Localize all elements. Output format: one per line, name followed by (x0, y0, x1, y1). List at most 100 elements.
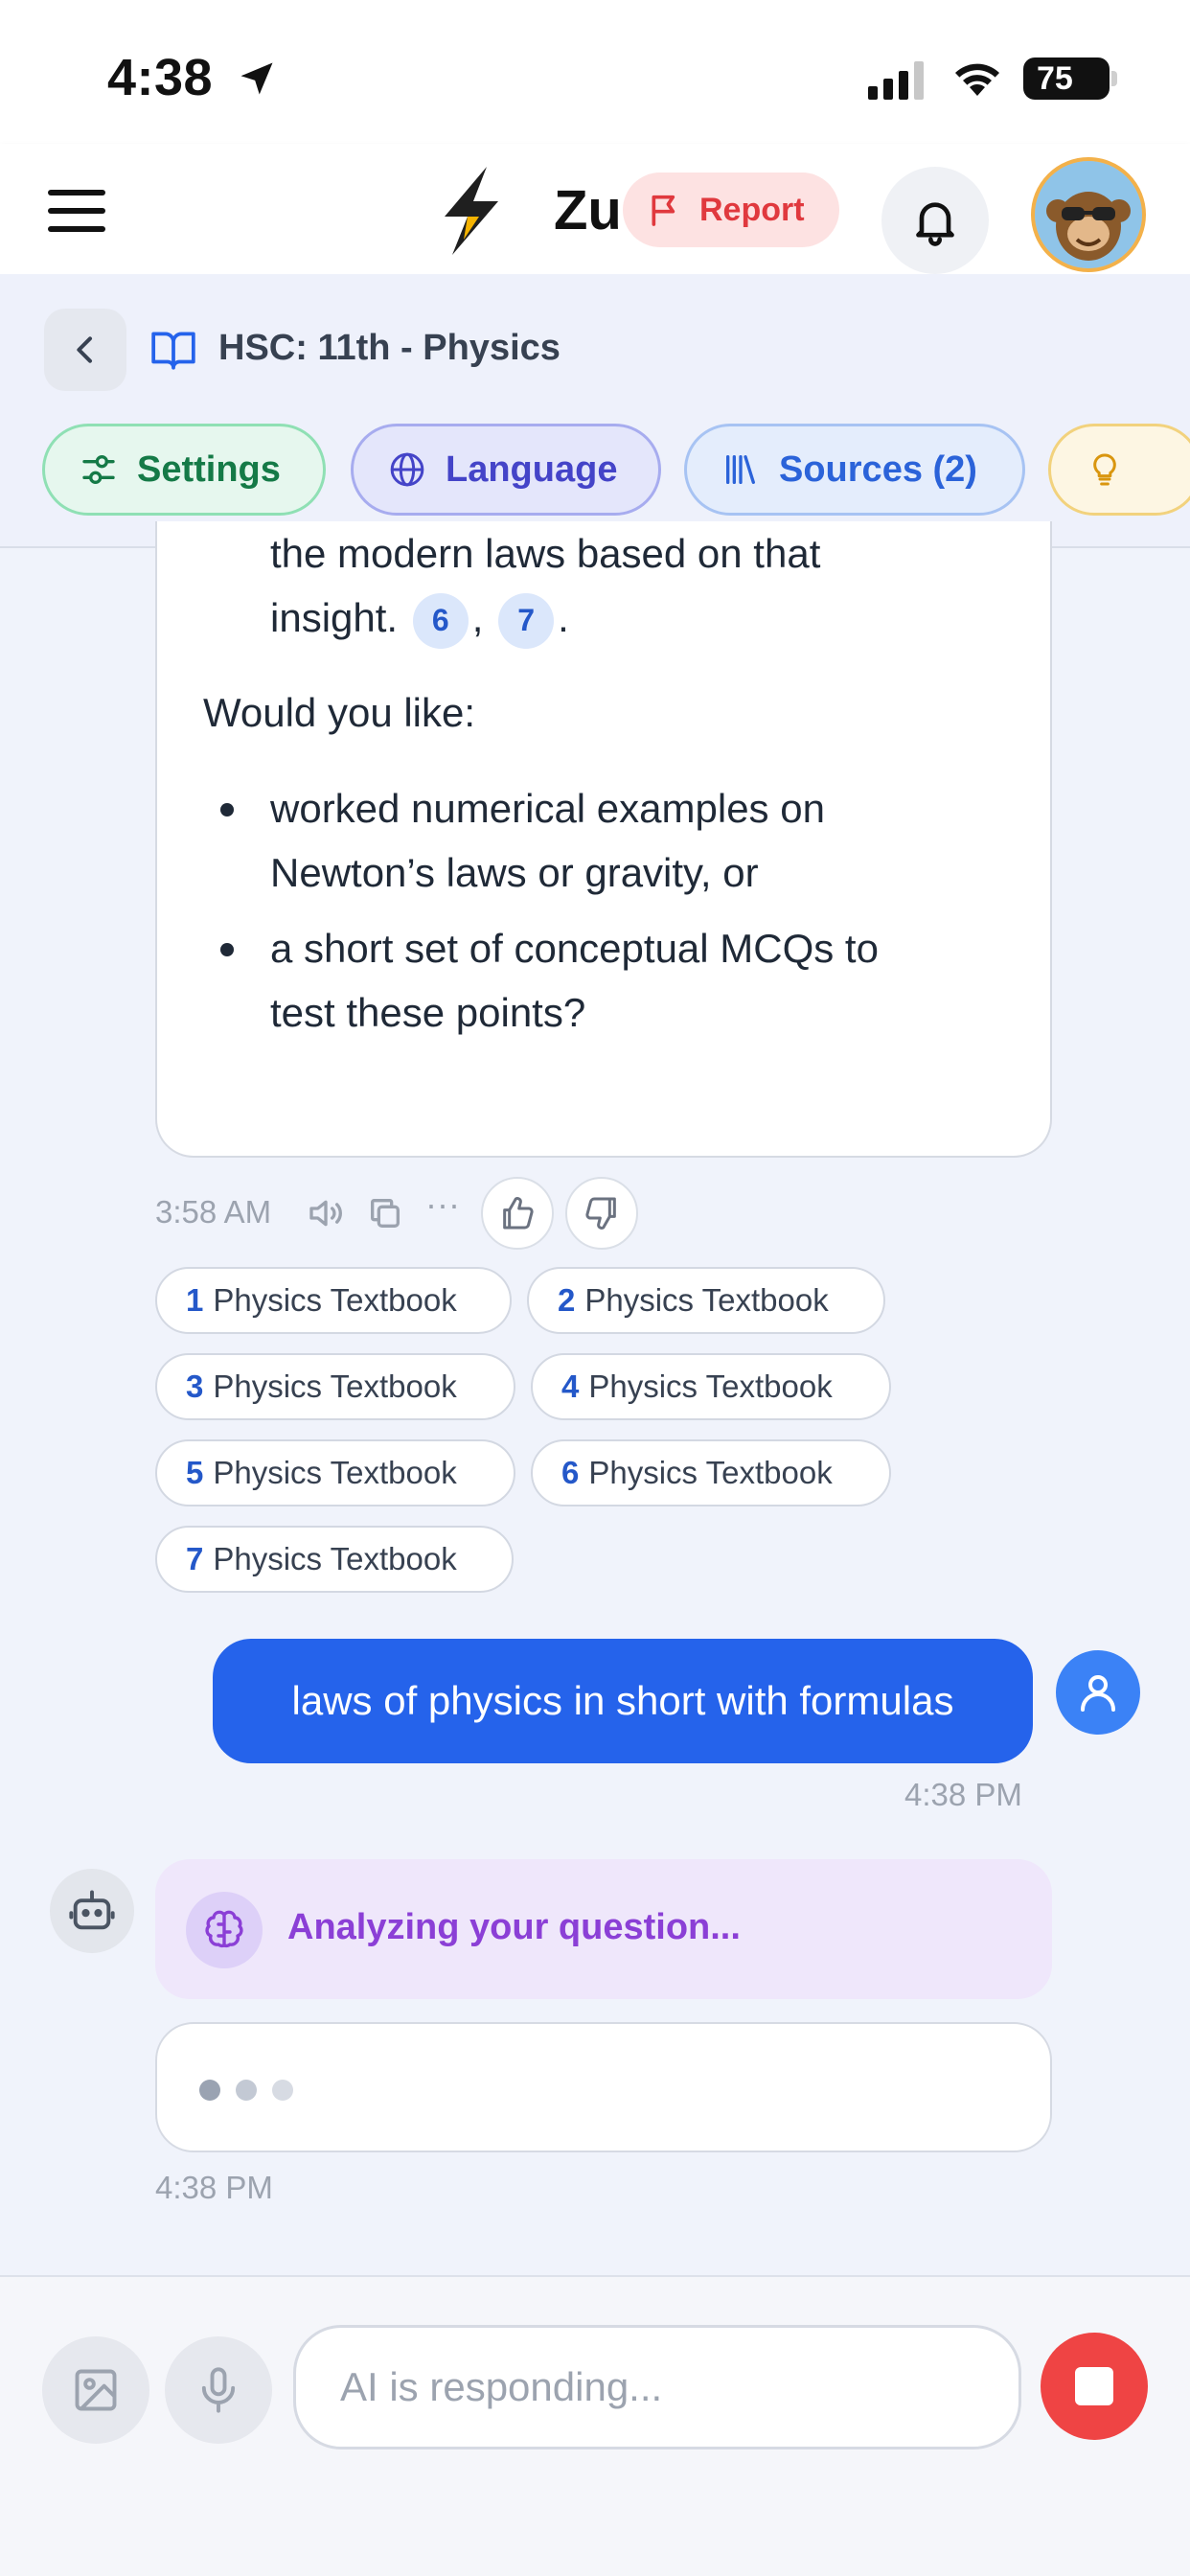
bullet-text: test these points? (270, 990, 586, 1035)
stop-icon (1075, 2367, 1113, 2405)
bullet-text: worked numerical examples on (270, 786, 825, 831)
source-label: Physics Textbook (584, 1282, 829, 1318)
speaker-icon[interactable] (307, 1194, 345, 1232)
message-input[interactable]: AI is responding... (293, 2325, 1021, 2450)
copy-icon[interactable] (366, 1194, 404, 1232)
ai-text-line: insight. 6, 7. (270, 586, 569, 650)
source-number: 4 (561, 1368, 580, 1404)
source-label: Physics Textbook (588, 1455, 833, 1490)
source-chip[interactable]: 3 Physics Textbook (155, 1353, 515, 1420)
message-time: 3:58 AM (155, 1194, 272, 1230)
user-message-time: 4:38 PM (904, 1777, 1022, 1812)
globe-icon (390, 452, 424, 487)
monkey-avatar-icon (1035, 161, 1142, 268)
wifi-icon (955, 63, 999, 96)
source-number: 3 (186, 1368, 204, 1404)
citation-badge[interactable]: 7 (498, 592, 555, 649)
context-bar: HSC: 11th - Physics Settings Language So… (0, 274, 1190, 548)
book-open-icon (151, 332, 195, 370)
brain-icon (205, 1910, 243, 1948)
microphone-icon (201, 2367, 236, 2413)
thumbs-down-button[interactable] (565, 1177, 638, 1250)
report-button[interactable]: Report (623, 172, 839, 247)
source-chip[interactable]: 4 Physics Textbook (531, 1353, 891, 1420)
chevron-left-icon (77, 336, 92, 363)
stop-generation-button[interactable] (1041, 2333, 1148, 2440)
profile-avatar[interactable] (1031, 157, 1146, 272)
thumbs-up-icon (503, 1197, 534, 1230)
language-label: Language (446, 448, 618, 490)
sliders-icon (82, 455, 115, 484)
source-chip[interactable]: 2 Physics Textbook (527, 1267, 885, 1334)
typing-dot (199, 2080, 220, 2101)
source-label: Physics Textbook (588, 1368, 833, 1404)
ai-message-card: the modern laws based on that insight. 6… (155, 521, 1052, 1158)
ai-question: Would you like: (203, 690, 476, 735)
source-label: Physics Textbook (213, 1282, 457, 1318)
notifications-button[interactable] (881, 167, 989, 274)
lightning-logo-icon (445, 167, 498, 255)
message-actions: 3:58 AM ··· (155, 1177, 730, 1250)
sources-label: Sources (2) (779, 448, 977, 490)
brain-badge (186, 1892, 263, 1968)
chat-area[interactable]: the modern laws based on that insight. 6… (0, 521, 1190, 2275)
typing-dot (272, 2080, 293, 2101)
flag-icon (652, 195, 675, 226)
bell-icon (916, 202, 954, 246)
source-label: Physics Textbook (213, 1455, 457, 1490)
status-time: 4:38 (107, 49, 214, 106)
source-number: 2 (558, 1282, 576, 1318)
location-arrow-icon (240, 62, 273, 95)
source-label: Physics Textbook (213, 1541, 457, 1576)
voice-input-button[interactable] (165, 2336, 272, 2444)
source-chip[interactable]: 7 Physics Textbook (155, 1526, 514, 1593)
source-chip[interactable]: 1 Physics Textbook (155, 1267, 512, 1334)
citation-end: . (558, 595, 569, 640)
language-chip[interactable]: Language (351, 424, 661, 516)
source-number: 7 (186, 1541, 204, 1576)
tips-chip[interactable] (1048, 424, 1190, 516)
library-icon (726, 455, 755, 484)
citation-badge[interactable]: 6 (412, 592, 469, 649)
settings-label: Settings (137, 448, 281, 490)
typing-indicator (155, 2022, 1052, 2152)
source-number: 6 (561, 1455, 580, 1490)
image-upload-button[interactable] (42, 2336, 149, 2444)
settings-chip[interactable]: Settings (42, 424, 326, 516)
toolbar-chips: Settings Language Sources (2) (42, 424, 1190, 518)
citation-separator: , (471, 595, 484, 640)
user-avatar (1056, 1650, 1140, 1735)
source-number: 1 (186, 1282, 204, 1318)
bot-avatar (50, 1869, 134, 1953)
app-header: Zu Report (0, 144, 1190, 274)
analyzing-text: Analyzing your question... (287, 1907, 741, 1947)
source-label: Physics Textbook (213, 1368, 457, 1404)
message-composer: AI is responding... (0, 2275, 1190, 2576)
sources-chip[interactable]: Sources (2) (684, 424, 1025, 516)
ai-text-fragment: insight. (270, 595, 399, 640)
back-button[interactable] (44, 309, 126, 391)
user-icon (1081, 1675, 1115, 1712)
battery-tip (1111, 71, 1117, 86)
user-message-bubble: laws of physics in short with formulas (213, 1639, 1033, 1763)
thumbs-up-button[interactable] (481, 1177, 554, 1250)
pending-message-time: 4:38 PM (155, 2170, 273, 2205)
robot-icon (69, 1890, 115, 1930)
thumbs-down-icon (585, 1197, 616, 1230)
more-options-icon[interactable]: ··· (425, 1184, 460, 1225)
source-chip[interactable]: 5 Physics Textbook (155, 1439, 515, 1506)
battery-level: 75 (1037, 59, 1073, 97)
subject-title: HSC: 11th - Physics (218, 328, 561, 368)
typing-dot (236, 2080, 257, 2101)
image-icon (75, 2369, 117, 2411)
menu-icon[interactable] (48, 190, 105, 232)
cellular-signal-icon (868, 61, 924, 100)
brand-name: Zu (554, 179, 622, 242)
source-chip[interactable]: 6 Physics Textbook (531, 1439, 891, 1506)
report-label: Report (699, 191, 805, 228)
battery-icon: 75 (1023, 58, 1110, 100)
status-bar: 4:38 75 (0, 0, 1190, 144)
ai-text-line: the modern laws based on that (270, 531, 821, 576)
bullet-text: Newton’s laws or gravity, or (270, 850, 759, 895)
bullet-dot (220, 943, 234, 956)
